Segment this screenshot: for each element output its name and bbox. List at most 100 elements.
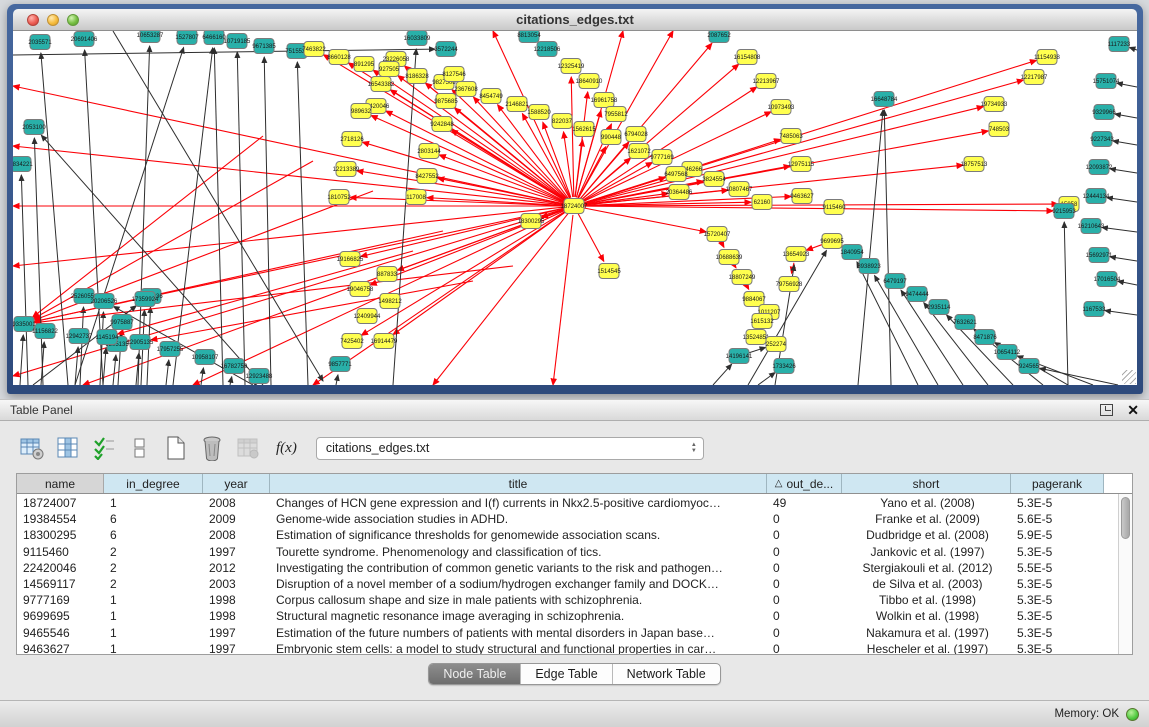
column-header[interactable]: year <box>203 474 270 493</box>
graph-node[interactable]: 18640910 <box>576 74 603 89</box>
graph-node[interactable]: 9857771 <box>328 357 352 372</box>
graph-node[interactable]: 16914479 <box>371 334 398 349</box>
black-edge[interactable] <box>713 364 732 385</box>
black-edge[interactable] <box>336 375 338 385</box>
graph-node[interactable]: 20206526 <box>91 294 118 309</box>
tab-network-table[interactable]: Network Table <box>613 664 720 684</box>
black-edge[interactable] <box>1105 311 1137 315</box>
black-edge[interactable] <box>1040 368 1118 385</box>
graph-node[interactable]: 252274 <box>766 337 787 352</box>
red-edge[interactable] <box>734 265 736 268</box>
graph-node[interactable]: 7632621 <box>953 315 977 330</box>
graph-node[interactable]: 2803144 <box>417 144 441 159</box>
graph-node[interactable]: 9242848 <box>430 117 454 132</box>
graph-node[interactable]: 1834221 <box>13 157 33 172</box>
graph-node[interactable]: 2718126 <box>340 132 364 147</box>
black-edge[interactable] <box>230 377 232 385</box>
graph-node[interactable]: 9215953 <box>1052 204 1076 219</box>
graph-node[interactable]: 2367608 <box>454 82 478 97</box>
resize-grip[interactable] <box>1122 370 1136 384</box>
graph-node[interactable]: 18757513 <box>961 157 988 172</box>
graph-node[interactable]: 16210643 <box>1078 219 1105 234</box>
graph-node[interactable]: 924565 <box>1019 359 1040 374</box>
graph-node[interactable]: 2087652 <box>707 31 731 43</box>
graph-node[interactable]: 6497568 <box>664 167 688 182</box>
graph-node[interactable]: 7955812 <box>604 107 628 122</box>
graph-node[interactable]: 8660128 <box>327 50 351 65</box>
black-edge[interactable] <box>264 57 271 385</box>
red-edge[interactable] <box>578 214 604 261</box>
graph-node[interactable]: 15692971 <box>1086 248 1113 263</box>
black-edge[interactable] <box>41 135 263 385</box>
graph-node[interactable]: 16154808 <box>734 50 761 65</box>
black-edge[interactable] <box>166 360 169 385</box>
graph-node[interactable]: 117008 <box>406 190 426 205</box>
graph-node[interactable]: 1167533 <box>1083 302 1107 317</box>
graph-node[interactable]: 1145194 <box>96 330 120 345</box>
table-row[interactable]: 1938455462009Genome-wide association stu… <box>17 511 1132 527</box>
delete-table-button[interactable] <box>198 435 225 462</box>
black-edge[interactable] <box>1129 47 1137 50</box>
black-edge[interactable] <box>1110 257 1137 261</box>
black-edge[interactable] <box>1102 227 1137 232</box>
graph-node[interactable]: 11154938 <box>1034 50 1060 65</box>
graph-node[interactable]: 822037 <box>552 114 573 129</box>
graph-node[interactable]: 1498212 <box>378 294 402 309</box>
graph-node[interactable]: 7485063 <box>779 129 803 144</box>
zoom-window-button[interactable] <box>67 14 79 26</box>
graph-node[interactable]: 3824554 <box>702 172 726 187</box>
black-edge[interactable] <box>20 335 23 385</box>
graph-node[interactable]: 10719185 <box>224 34 251 49</box>
graph-node[interactable]: 16961758 <box>591 93 618 108</box>
graph-node[interactable]: 12409944 <box>354 309 381 324</box>
black-edge[interactable] <box>13 49 435 55</box>
table-row[interactable]: 1872400712008Changes of HCN gene express… <box>17 495 1132 511</box>
show-column-button[interactable] <box>54 435 81 462</box>
table-row[interactable]: 977716911998Corpus callosum shape and si… <box>17 592 1132 608</box>
graph-node[interactable]: 17957255 <box>157 342 184 357</box>
black-edge[interactable] <box>1118 281 1137 285</box>
graph-node[interactable]: 9671385 <box>252 39 276 54</box>
red-edge[interactable] <box>393 211 567 334</box>
column-header[interactable]: △out_de... <box>767 474 842 493</box>
graph-node[interactable]: 19734933 <box>981 97 1008 112</box>
graph-node[interactable]: 748503 <box>989 122 1010 137</box>
graph-node[interactable]: 9699695 <box>820 234 844 249</box>
graph-node[interactable]: 13654923 <box>783 247 810 262</box>
graph-node[interactable]: 9777169 <box>650 150 674 165</box>
graph-node[interactable]: 1588520 <box>527 105 551 120</box>
graph-node[interactable]: 10973493 <box>768 100 795 115</box>
graph-node[interactable]: 10654112 <box>994 345 1021 360</box>
graph-node[interactable]: 12217987 <box>1021 70 1048 85</box>
float-panel-icon[interactable] <box>1100 404 1113 416</box>
graph-node[interactable]: 16648784 <box>871 92 898 107</box>
black-edge[interactable] <box>113 355 116 385</box>
black-edge[interactable] <box>201 368 203 385</box>
graph-node[interactable]: 9227343 <box>1090 132 1114 147</box>
column-header[interactable]: name <box>17 474 104 493</box>
function-builder-button[interactable]: f(x) <box>270 440 301 457</box>
scrollbar-thumb[interactable] <box>1121 497 1130 539</box>
black-edge[interactable] <box>1115 114 1137 118</box>
graph-node[interactable]: 2035571 <box>28 35 52 50</box>
red-edge[interactable] <box>746 285 748 289</box>
graph-node[interactable]: 1840954 <box>840 245 864 260</box>
graph-node[interactable]: 8938923 <box>857 259 881 274</box>
black-edge[interactable] <box>237 52 245 385</box>
red-edge[interactable] <box>433 213 568 385</box>
table-row[interactable]: 946554611997Estimation of the future num… <box>17 625 1132 641</box>
graph-node[interactable]: 12218506 <box>534 42 561 57</box>
minimize-window-button[interactable] <box>47 14 59 26</box>
graph-node[interactable]: 1621072 <box>627 144 651 159</box>
black-edge[interactable] <box>173 48 213 385</box>
black-edge[interactable] <box>1107 198 1137 202</box>
graph-node[interactable]: 990448 <box>601 130 622 145</box>
graph-node[interactable]: 12905135 <box>127 335 154 350</box>
red-edge[interactable] <box>721 242 724 247</box>
table-row[interactable]: 911546021997Tourette syndrome. Phenomeno… <box>17 544 1132 560</box>
graph-node[interactable]: 1615132 <box>750 314 774 329</box>
graph-node[interactable]: 8427552 <box>415 169 439 184</box>
graph-node[interactable]: 1514545 <box>597 264 621 279</box>
graph-node[interactable]: 1733426 <box>772 359 796 374</box>
graph-node[interactable]: 9474444 <box>905 287 929 302</box>
